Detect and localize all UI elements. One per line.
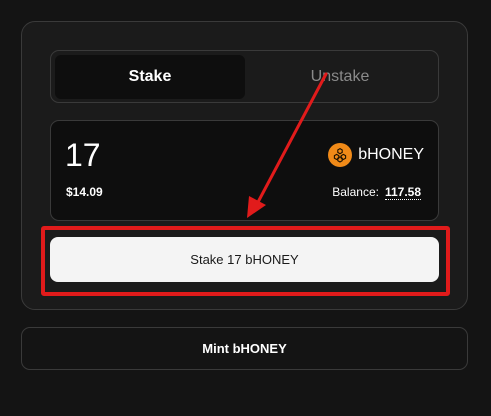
tab-unstake[interactable]: Unstake [246, 55, 434, 99]
tab-stake[interactable]: Stake [55, 55, 245, 99]
honeycomb-icon [328, 143, 353, 167]
balance-value[interactable]: 117.58 [384, 185, 421, 200]
token-selector: bHONEY [328, 143, 424, 167]
amount-input[interactable] [65, 135, 265, 175]
balance: Balance: 117.58 [332, 185, 421, 200]
balance-label: Balance: [332, 185, 379, 199]
stake-unstake-tabs: Stake Unstake [50, 50, 439, 103]
amount-panel: bHONEY $14.09 Balance: 117.58 [50, 120, 439, 221]
mint-button[interactable]: Mint bHONEY [21, 327, 468, 370]
stake-button[interactable]: Stake 17 bHONEY [50, 237, 439, 282]
stake-widget: Stake Unstake bHONEY $14.09 Balance: 117… [0, 0, 491, 416]
token-name: bHONEY [358, 146, 424, 163]
usd-value: $14.09 [66, 185, 103, 199]
